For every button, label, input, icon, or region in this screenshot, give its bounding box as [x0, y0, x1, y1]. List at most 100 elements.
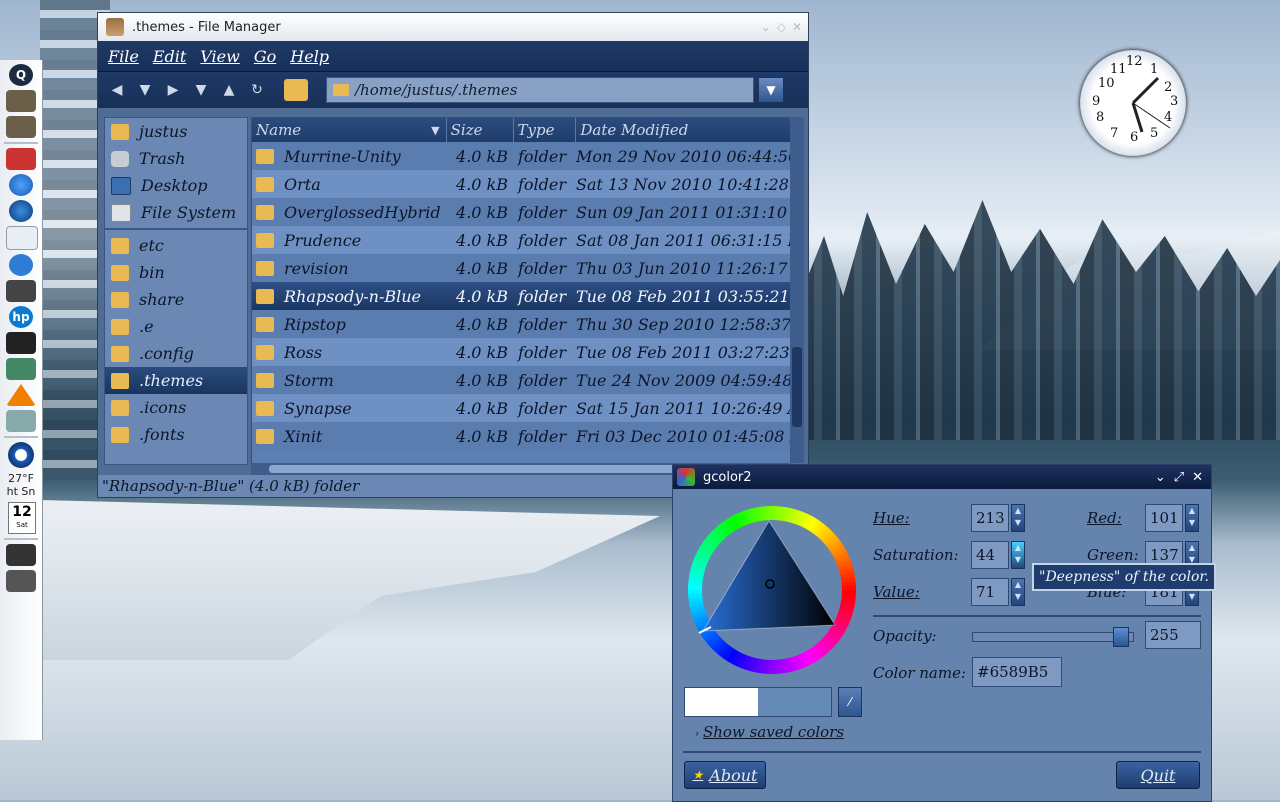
minimize-icon[interactable]: ⌄: [1155, 470, 1166, 485]
chromium-icon[interactable]: [9, 174, 33, 196]
monitor-icon[interactable]: [6, 332, 36, 354]
tooltip: "Deepness" of the color.: [1032, 563, 1216, 591]
table-row[interactable]: OverglossedHybrid 4.0 kB folder Sun 09 Jan …: [252, 198, 790, 226]
file-list: Name ▼ Size Type Date Modified Murrine-Un…: [251, 117, 791, 465]
column-date-header[interactable]: Date Modified: [576, 118, 790, 142]
calendar-widget[interactable]: 12 Sat: [8, 502, 36, 534]
color-wheel[interactable]: [683, 501, 861, 679]
clipboard-icon[interactable]: [6, 570, 36, 592]
color-name-label: Color name:: [873, 664, 967, 682]
table-row[interactable]: revision 4.0 kB folder Thu 03 Jun 2010 11:2…: [252, 254, 790, 282]
menu-edit[interactable]: Edit: [153, 47, 186, 66]
table-row[interactable]: Murrine-Unity 4.0 kB folder Mon 29 Nov 2010…: [252, 142, 790, 170]
menu-view[interactable]: View: [200, 47, 240, 66]
bookmark-themes[interactable]: .themes: [105, 367, 247, 394]
divider: [873, 615, 1201, 617]
close-icon[interactable]: ✕: [792, 20, 802, 34]
menu-file[interactable]: File: [108, 47, 139, 66]
place-desktop[interactable]: Desktop: [105, 172, 247, 199]
gimp-alt-icon[interactable]: [6, 116, 36, 138]
opacity-input[interactable]: 255: [1145, 621, 1201, 649]
opacity-slider[interactable]: [972, 627, 1134, 647]
column-type-header[interactable]: Type: [514, 118, 577, 142]
menu-help[interactable]: Help: [290, 47, 329, 66]
location-bar[interactable]: /home/justus/.themes: [326, 77, 754, 103]
browser-globe-icon[interactable]: [9, 200, 33, 222]
vertical-scrollbar[interactable]: [790, 117, 804, 463]
gear-wheel-icon[interactable]: [9, 254, 33, 276]
table-row[interactable]: Orta 4.0 kB folder Sat 13 Nov 2010 10:41:28…: [252, 170, 790, 198]
files-icon[interactable]: [6, 410, 36, 432]
table-row[interactable]: Prudence 4.0 kB folder Sat 08 Jan 2011 06:3…: [252, 226, 790, 254]
maximize-icon[interactable]: ⤢: [1174, 470, 1184, 485]
close-icon[interactable]: ✕: [1192, 470, 1203, 485]
minimize-icon[interactable]: ⌄: [761, 20, 771, 34]
opacity-slider-knob[interactable]: [1113, 627, 1129, 647]
value-label: Value:: [873, 583, 920, 601]
back-icon[interactable]: ◀: [106, 79, 128, 101]
saturation-input[interactable]: 44: [971, 541, 1009, 569]
bookmark-etc[interactable]: etc: [105, 232, 247, 259]
about-button[interactable]: ★ About: [684, 761, 766, 789]
bookmark-bin[interactable]: bin: [105, 259, 247, 286]
file-manager-titlebar[interactable]: .themes - File Manager ⌄ ◇ ✕: [98, 13, 808, 41]
table-row[interactable]: Rhapsody-n-Blue 4.0 kB folder Tue 08 Feb 20…: [252, 282, 790, 310]
value-stepper[interactable]: ▲ ▼: [1011, 578, 1025, 606]
bookmark-e[interactable]: .e: [105, 313, 247, 340]
place-trash[interactable]: Trash: [105, 145, 247, 172]
quicksilver-icon[interactable]: Q: [9, 64, 33, 86]
file-manager-window: .themes - File Manager ⌄ ◇ ✕ File Edit V…: [97, 12, 812, 498]
table-row[interactable]: Xinit 4.0 kB folder Fri 03 Dec 2010 01:45:0…: [252, 422, 790, 450]
location-dropdown-icon[interactable]: ▼: [758, 77, 784, 103]
trash-icon: [111, 150, 129, 167]
bookmark-label: share: [139, 290, 185, 309]
column-name-header[interactable]: Name ▼: [252, 118, 447, 142]
table-row[interactable]: Storm 4.0 kB folder Tue 24 Nov 2009 04:59:4…: [252, 366, 790, 394]
gcolor2-titlebar[interactable]: gcolor2 ⌄ ⤢ ✕: [673, 465, 1211, 489]
table-row[interactable]: Ross 4.0 kB folder Tue 08 Feb 2011 03:27:23…: [252, 338, 790, 366]
bookmark-fonts[interactable]: .fonts: [105, 421, 247, 448]
place-home[interactable]: justus: [105, 118, 247, 145]
table-row[interactable]: Ripstop 4.0 kB folder Thu 30 Sep 2010 12:58…: [252, 310, 790, 338]
value-input[interactable]: 71: [971, 578, 1009, 606]
vlc-icon[interactable]: [6, 384, 36, 406]
reload-icon[interactable]: ↻: [246, 79, 268, 101]
weather-temp: 27°F: [8, 472, 34, 485]
down-icon[interactable]: ▼: [190, 79, 212, 101]
show-saved-colors-expander[interactable]: › Show saved colors: [695, 723, 844, 741]
bookmark-label: .e: [139, 317, 154, 336]
eyedropper-button[interactable]: ⁄: [838, 687, 862, 717]
forward-icon[interactable]: ▶: [162, 79, 184, 101]
file-name-cell: Orta: [252, 175, 446, 194]
weather-widget[interactable]: 27°F ht Sn: [0, 472, 42, 498]
red-stepper[interactable]: ▲ ▼: [1185, 504, 1199, 532]
folder-icon: [111, 291, 129, 308]
maximize-icon[interactable]: ◇: [777, 20, 786, 34]
gimp-icon[interactable]: [6, 90, 36, 112]
system-monitor-icon[interactable]: [6, 544, 36, 566]
table-row[interactable]: Synapse 4.0 kB folder Sat 15 Jan 2011 10:26…: [252, 394, 790, 422]
text-editor-icon[interactable]: [6, 226, 38, 250]
up-icon[interactable]: ▲: [218, 79, 240, 101]
hp-icon[interactable]: hp: [9, 306, 33, 328]
network-icon[interactable]: [6, 148, 36, 170]
calculator-icon[interactable]: [6, 280, 36, 302]
bookmark-icons[interactable]: .icons: [105, 394, 247, 421]
side-separator: [105, 228, 247, 230]
forward-down-icon[interactable]: ▼: [134, 79, 156, 101]
saturation-stepper[interactable]: ▲ ▼: [1011, 541, 1025, 569]
home-icon[interactable]: [284, 79, 308, 101]
bookmark-share[interactable]: share: [105, 286, 247, 313]
menu-go[interactable]: Go: [254, 47, 276, 66]
red-input[interactable]: 101: [1145, 504, 1183, 532]
color-name-input[interactable]: #6589B5: [972, 657, 1062, 687]
scroll-thumb[interactable]: [792, 347, 802, 427]
user-icon[interactable]: [6, 358, 36, 380]
quit-button[interactable]: Quit: [1116, 761, 1200, 789]
hue-input[interactable]: 213: [971, 504, 1009, 532]
bookmark-config[interactable]: .config: [105, 340, 247, 367]
column-size-header[interactable]: Size: [447, 118, 514, 142]
hue-stepper[interactable]: ▲ ▼: [1011, 504, 1025, 532]
ring-icon[interactable]: [8, 442, 34, 468]
place-filesystem[interactable]: File System: [105, 199, 247, 226]
